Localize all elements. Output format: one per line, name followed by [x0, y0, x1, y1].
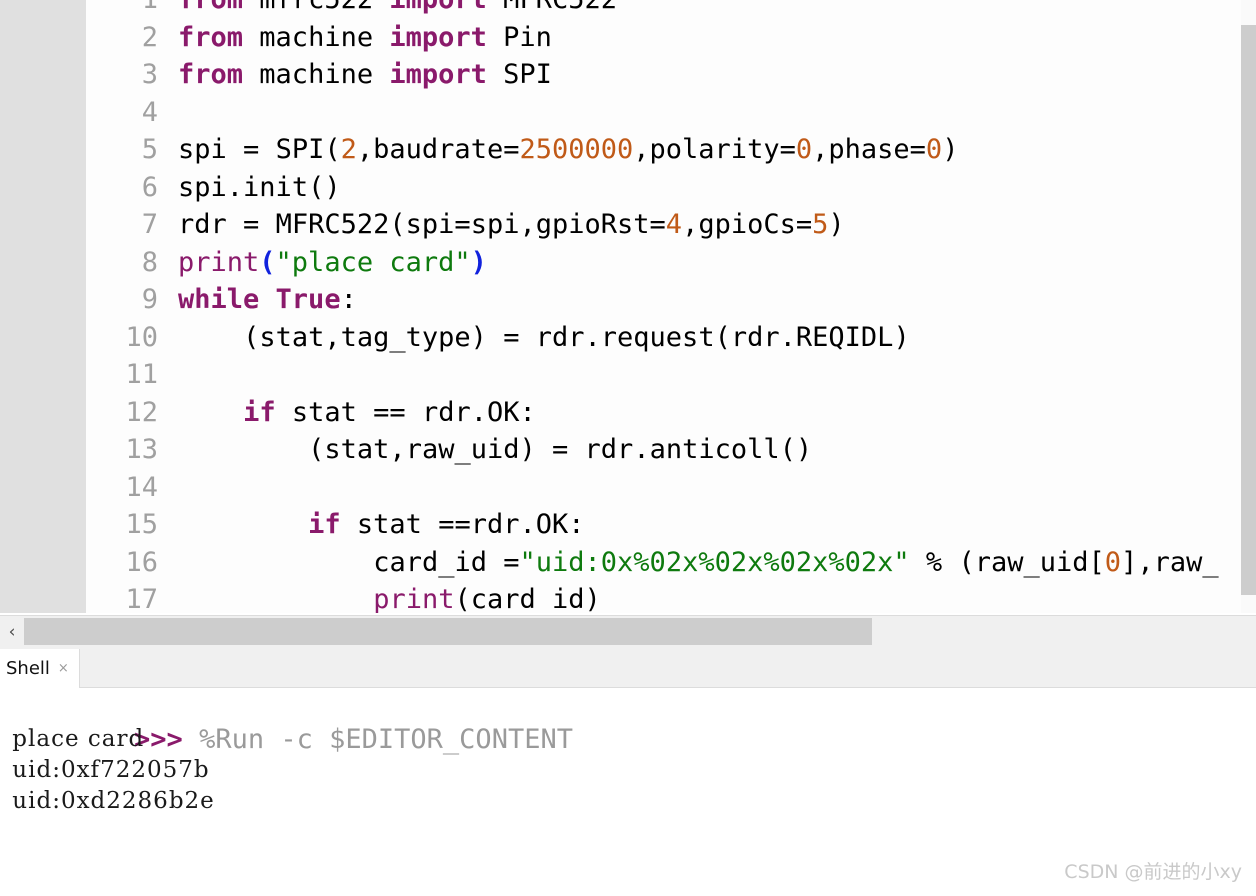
- watermark: CSDN @前进的小xy: [1064, 861, 1242, 883]
- line-number: 13: [125, 434, 158, 465]
- line-number: 8: [141, 246, 158, 278]
- editor-horizontal-scrollbar-thumb[interactable]: [24, 618, 872, 645]
- code-line-text: card_id ="uid:0x%02x%02x%02x%02x" % (raw…: [373, 546, 1219, 578]
- editor-horizontal-scrollbar-track[interactable]: [872, 616, 1256, 647]
- code-line-text: rdr = MFRC522(spi=spi,gpioRst=4,gpioCs=5…: [178, 209, 845, 240]
- shell-output-line: uid:0xd2286b2e: [4, 788, 215, 814]
- close-icon[interactable]: ×: [58, 661, 69, 676]
- shell-output-line: uid:0xf722057b: [4, 757, 210, 783]
- code-line[interactable]: 2 from machine import Pin: [86, 19, 1256, 57]
- line-number: 4: [141, 96, 158, 128]
- code-line-text: print("place card"): [178, 246, 487, 278]
- code-line[interactable]: 1 from mfrc522 import MFRC522: [86, 0, 1256, 19]
- code-line[interactable]: 3 from machine import SPI: [86, 56, 1256, 94]
- code-line[interactable]: 16 card_id ="uid:0x%02x%02x%02x%02x" % (…: [86, 544, 1256, 582]
- shell-command-line: >>> %Run -c $EDITOR_CONTENT: [0, 693, 1256, 755]
- code-text-area[interactable]: 1 from mfrc522 import MFRC522 2 from machin…: [86, 0, 1256, 613]
- code-line-text: spi.init(): [178, 171, 341, 203]
- chevron-left-icon[interactable]: ‹: [0, 616, 24, 647]
- line-number: 10: [125, 321, 158, 353]
- tab-shell-label: Shell: [6, 658, 50, 679]
- code-line[interactable]: 4: [86, 94, 1256, 132]
- code-line[interactable]: 9 while True:: [86, 281, 1256, 319]
- line-number: 9: [141, 284, 158, 315]
- line-number: 16: [125, 546, 158, 578]
- shell-tabstrip: Shell ×: [0, 646, 1256, 688]
- code-line[interactable]: 6 spi.init(): [86, 169, 1256, 207]
- code-line[interactable]: 11: [86, 356, 1256, 394]
- code-line[interactable]: 12 if stat == rdr.OK:: [86, 394, 1256, 432]
- code-line-text: from machine import SPI: [178, 59, 552, 90]
- code-line-text: if stat ==rdr.OK:: [308, 509, 585, 540]
- code-editor-pane[interactable]: 1 from mfrc522 import MFRC522 2 from machin…: [0, 0, 1256, 613]
- line-number: 2: [141, 21, 158, 53]
- line-number: 7: [141, 209, 158, 240]
- tab-shell[interactable]: Shell ×: [0, 649, 80, 688]
- code-line[interactable]: 5 spi = SPI(2,baudrate=2500000,polarity=0…: [86, 131, 1256, 169]
- code-line-text: print(card_id): [373, 584, 601, 613]
- code-line-text: from mfrc522 import MFRC522: [178, 0, 617, 19]
- editor-horizontal-scrollbar[interactable]: ‹: [0, 615, 1256, 647]
- code-line[interactable]: 14: [86, 469, 1256, 507]
- code-line-text: spi = SPI(2,baudrate=2500000,polarity=0,…: [178, 134, 959, 165]
- editor-vertical-scrollbar[interactable]: [1241, 0, 1256, 613]
- line-number: 11: [125, 359, 158, 390]
- thonny-ide-window: 1 from mfrc522 import MFRC522 2 from machin…: [0, 0, 1256, 896]
- line-number: 12: [125, 396, 158, 428]
- code-line[interactable]: 13 (stat,raw_uid) = rdr.anticoll(): [86, 431, 1256, 469]
- line-number: 14: [125, 471, 158, 503]
- code-line-text: if stat == rdr.OK:: [243, 396, 536, 428]
- code-line-text: (stat,tag_type) = rdr.request(rdr.REQIDL…: [243, 321, 910, 353]
- line-number: 17: [125, 584, 158, 613]
- line-number: 15: [125, 509, 158, 540]
- line-number: 3: [141, 59, 158, 90]
- editor-vertical-scrollbar-thumb[interactable]: [1241, 25, 1256, 595]
- code-line-text: while True:: [178, 284, 357, 315]
- shell-vertical-scrollbar[interactable]: [1242, 688, 1256, 896]
- code-line[interactable]: 7 rdr = MFRC522(spi=spi,gpioRst=4,gpioCs=…: [86, 206, 1256, 244]
- code-line-text: (stat,raw_uid) = rdr.anticoll(): [308, 434, 813, 465]
- shell-command-text: %Run -c $EDITOR_CONTENT: [199, 724, 573, 755]
- line-number: 1: [86, 0, 158, 19]
- code-line[interactable]: 10 (stat,tag_type) = rdr.request(rdr.REQ…: [86, 319, 1256, 357]
- line-number: 6: [141, 171, 158, 203]
- code-line[interactable]: 15 if stat ==rdr.OK:: [86, 506, 1256, 544]
- line-number: 5: [141, 134, 158, 165]
- code-line[interactable]: 17 print(card_id): [86, 581, 1256, 613]
- line-number-gutter: [0, 0, 86, 613]
- code-line[interactable]: 8 print("place card"): [86, 244, 1256, 282]
- code-line-text: from machine import Pin: [178, 21, 552, 53]
